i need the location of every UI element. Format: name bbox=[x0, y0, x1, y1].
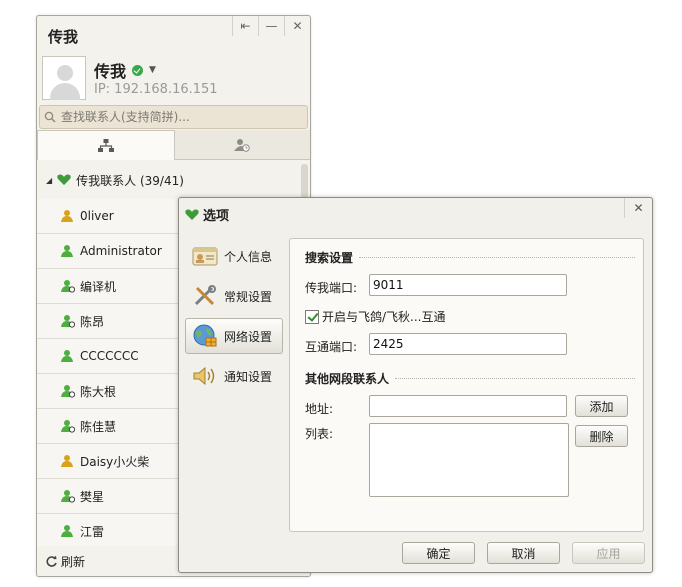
group-label: 传我联系人 (39/41) bbox=[76, 173, 184, 188]
org-tree-icon bbox=[97, 138, 114, 152]
port-label: 传我端口: bbox=[305, 281, 358, 295]
nav-item-notify[interactable]: 通知设置 bbox=[185, 358, 283, 394]
user-offline-icon bbox=[61, 419, 75, 433]
port-input[interactable] bbox=[369, 274, 567, 296]
apply-button[interactable]: 应用 bbox=[572, 542, 645, 564]
section-other-title: 其他网段联系人 bbox=[305, 372, 390, 386]
network-icon bbox=[193, 324, 217, 347]
refresh-button[interactable]: 刷新 bbox=[45, 553, 85, 570]
avatar[interactable] bbox=[42, 56, 86, 100]
collapse-triangle-icon[interactable]: ◢ bbox=[46, 176, 52, 185]
interop-checkbox[interactable]: 开启与飞鸽/飞秋...互通 bbox=[305, 308, 446, 325]
contact-name: 陈佳慧 bbox=[80, 419, 117, 434]
settings-panel: 搜索设置 传我端口: 开启与飞鸽/飞秋...互通 互通端口: 其他网段联系人 地… bbox=[289, 238, 644, 532]
search-input[interactable] bbox=[61, 110, 301, 124]
nav-label-general: 常规设置 bbox=[224, 289, 273, 304]
contact-name: 江雷 bbox=[80, 524, 105, 539]
contact-group[interactable]: ◢ 传我联系人 (39/41) bbox=[37, 166, 310, 194]
nav-label-notify: 通知设置 bbox=[224, 369, 273, 384]
contact-name: CCCCCCC bbox=[80, 349, 139, 363]
user-icon bbox=[61, 524, 75, 538]
search-icon bbox=[44, 111, 56, 123]
tab-contacts[interactable] bbox=[37, 130, 175, 160]
interop-checkbox-label: 开启与飞鸽/飞秋...互通 bbox=[322, 310, 446, 324]
contact-name: 编译机 bbox=[80, 279, 117, 294]
user-icon bbox=[61, 349, 75, 363]
contact-name: 陈昂 bbox=[80, 314, 105, 329]
username: 传我 ▼ bbox=[94, 58, 156, 82]
tab-recent[interactable] bbox=[174, 130, 310, 160]
interop-port-input[interactable] bbox=[369, 333, 567, 355]
group-heart-icon bbox=[57, 174, 71, 185]
checkbox-checked-icon[interactable] bbox=[305, 309, 319, 324]
contact-name: Daisy小火柴 bbox=[80, 454, 150, 469]
contact-name: 0liver bbox=[80, 209, 114, 223]
refresh-label: 刷新 bbox=[61, 554, 86, 569]
address-input[interactable] bbox=[369, 395, 567, 417]
ip-address: IP: 192.168.16.151 bbox=[94, 82, 218, 97]
dialog-close-button[interactable]: ✕ bbox=[624, 198, 652, 218]
section-search-title: 搜索设置 bbox=[305, 251, 354, 265]
delete-button[interactable]: 删除 bbox=[575, 425, 628, 447]
dialog-title: 选项 bbox=[185, 205, 229, 224]
ok-button[interactable]: 确定 bbox=[402, 542, 475, 564]
options-nav: 个人信息 常规设置 网络设置 通知设置 bbox=[185, 238, 283, 398]
options-dialog: 选项 ✕ 个人信息 常规设置 网络设置 通知设置 搜索设置 传我端口: 9011… bbox=[178, 197, 653, 573]
user-offline-icon bbox=[61, 489, 75, 503]
speaker-icon bbox=[193, 366, 215, 386]
nav-item-general[interactable]: 常规设置 bbox=[185, 278, 283, 314]
nav-label-network: 网络设置 bbox=[224, 329, 273, 344]
chevron-down-icon[interactable]: ▼ bbox=[149, 65, 156, 75]
user-offline-icon bbox=[61, 384, 75, 398]
username-label: 传我 bbox=[94, 62, 127, 81]
add-button[interactable]: 添加 bbox=[575, 395, 628, 417]
pin-button[interactable]: ⇤ bbox=[232, 16, 258, 36]
list-label: 列表: bbox=[305, 427, 334, 441]
user-online-icon bbox=[61, 209, 75, 223]
app-heart-icon bbox=[185, 209, 199, 220]
nav-item-profile[interactable]: 个人信息 bbox=[185, 238, 283, 274]
section-other: 其他网段联系人 bbox=[305, 370, 635, 387]
window-controls: ⇤ — ✕ bbox=[232, 16, 310, 36]
contact-name: 樊星 bbox=[80, 489, 105, 504]
dialog-title-label: 选项 bbox=[203, 209, 230, 224]
user-offline-icon bbox=[61, 279, 75, 293]
minimize-button[interactable]: — bbox=[258, 16, 284, 36]
recent-contacts-icon bbox=[234, 138, 250, 152]
address-label: 地址: bbox=[305, 402, 334, 416]
search-box[interactable] bbox=[39, 105, 308, 129]
nav-item-network[interactable]: 网络设置 bbox=[185, 318, 283, 354]
tools-icon bbox=[194, 285, 216, 306]
status-online-icon[interactable] bbox=[132, 64, 144, 76]
id-card-icon bbox=[192, 247, 218, 266]
contact-name: 陈大根 bbox=[80, 384, 117, 399]
user-icon bbox=[61, 244, 75, 258]
app-title: 传我 bbox=[48, 28, 79, 46]
user-online-icon bbox=[61, 454, 75, 468]
interop-port-label: 互通端口: bbox=[305, 340, 358, 354]
nav-label-profile: 个人信息 bbox=[224, 249, 273, 264]
cancel-button[interactable]: 取消 bbox=[487, 542, 560, 564]
refresh-icon bbox=[46, 555, 57, 567]
close-button[interactable]: ✕ bbox=[284, 16, 310, 36]
contact-name: Administrator bbox=[80, 244, 162, 258]
section-search: 搜索设置 bbox=[305, 249, 635, 266]
address-list[interactable] bbox=[369, 423, 569, 497]
user-offline-icon bbox=[61, 314, 75, 328]
contact-tabs bbox=[37, 130, 310, 160]
